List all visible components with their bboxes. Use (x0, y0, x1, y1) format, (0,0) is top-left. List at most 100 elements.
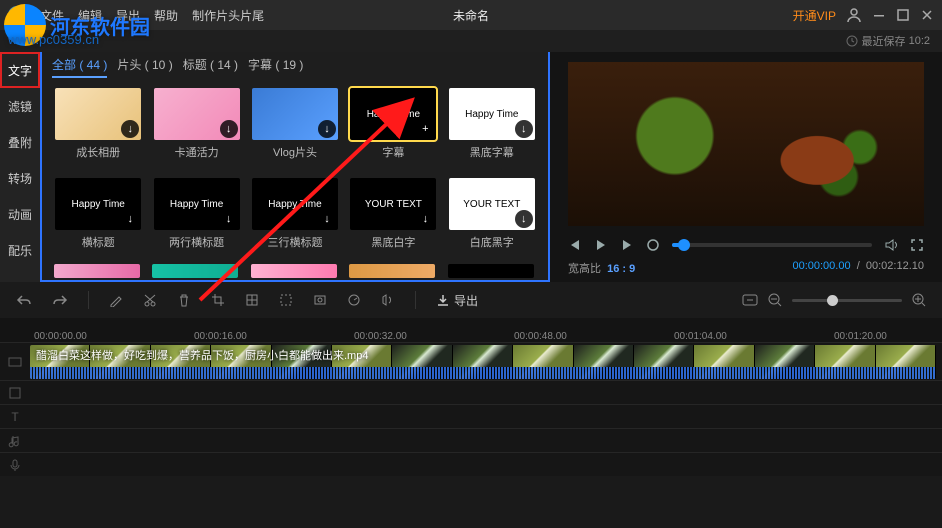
download-icon[interactable]: ↓ (121, 210, 139, 228)
zoom-slider[interactable] (792, 299, 902, 302)
asset-tab[interactable]: 全部 ( 44 ) (52, 56, 107, 78)
side-tab-filter[interactable]: 滤镜 (0, 88, 40, 124)
cut-icon[interactable] (143, 293, 157, 307)
asset-item[interactable]: Happy Time↓ 三行横标题 (251, 178, 339, 258)
preview-area: 宽高比 16 : 9 00:00:00.00 / 00:02:12.10 (550, 52, 942, 282)
asset-item[interactable]: YOUR TEXT↓黑底白字 (349, 178, 437, 258)
minimize-icon[interactable] (872, 8, 886, 22)
maximize-icon[interactable] (896, 8, 910, 22)
side-tab-animation[interactable]: 动画 (0, 196, 40, 232)
volume-icon[interactable] (884, 238, 900, 252)
undo-icon[interactable] (16, 293, 32, 307)
overlay-track-icon[interactable] (0, 386, 30, 400)
asset-thumb[interactable]: Happy Time↓ (55, 178, 141, 230)
account-icon[interactable] (846, 7, 862, 23)
download-icon[interactable]: ↓ (121, 120, 139, 138)
timeline-toolbar: 导出 (0, 282, 942, 318)
timeline-ruler[interactable]: 00:00:00.0000:00:16.0000:00:32.0000:00:4… (0, 318, 942, 342)
timeline-zoom (742, 293, 926, 307)
side-tab-text[interactable]: 文字 (0, 52, 40, 88)
asset-thumb[interactable]: ↓ (55, 88, 141, 140)
zoom-out-icon[interactable] (768, 293, 782, 307)
freeze-icon[interactable] (279, 293, 293, 307)
autosave-label: 最近保存 (862, 33, 906, 49)
preview-video[interactable] (568, 62, 924, 226)
menu-help[interactable]: 帮助 (154, 7, 178, 24)
asset-thumb[interactable]: YOUR TEXT↓ (449, 178, 535, 230)
asset-grid-peek (42, 264, 548, 280)
overlay-track-row[interactable] (0, 380, 942, 404)
fullscreen-icon[interactable] (910, 238, 924, 252)
asset-peek (349, 264, 435, 278)
download-icon[interactable]: ↓ (416, 210, 434, 228)
asset-peek (251, 264, 337, 278)
fit-icon[interactable] (742, 294, 758, 306)
asset-thumb[interactable]: Happy Time↓ (449, 88, 535, 140)
asset-thumb[interactable]: Happy Time+ (350, 88, 436, 140)
asset-item[interactable]: Happy Time↓两行横标题 (152, 178, 240, 258)
ruler-tick: 00:00:48.00 (514, 331, 554, 342)
add-icon[interactable]: + (416, 120, 434, 138)
download-icon[interactable]: ↓ (515, 120, 533, 138)
prev-frame-icon[interactable] (568, 238, 582, 252)
text-track-icon[interactable]: T (0, 410, 30, 424)
asset-label: 三行横标题 (267, 234, 322, 250)
video-frame (568, 62, 924, 226)
asset-peek (448, 264, 534, 278)
autosave-time: 10:2 (909, 35, 930, 47)
asset-item[interactable]: ↓卡通活力 (152, 88, 240, 168)
side-tab-transition[interactable]: 转场 (0, 160, 40, 196)
side-tab-music[interactable]: 配乐 (0, 232, 40, 268)
asset-item[interactable]: Happy Time↓黑底字幕 (448, 88, 536, 168)
asset-thumb[interactable]: ↓ (154, 88, 240, 140)
music-track-row[interactable] (0, 428, 942, 452)
asset-tab[interactable]: 片头 ( 10 ) (117, 56, 172, 78)
asset-thumb[interactable]: ↓ (252, 88, 338, 140)
download-icon[interactable]: ↓ (515, 210, 533, 228)
asset-item[interactable]: YOUR TEXT↓白底黑字 (448, 178, 536, 258)
watermark: 河东软件园 www.pc0359.cn (4, 4, 150, 46)
asset-tab[interactable]: 标题 ( 14 ) (183, 56, 238, 78)
crop-icon[interactable] (211, 293, 225, 307)
asset-tab[interactable]: 字幕 ( 19 ) (248, 56, 303, 78)
asset-panel: 全部 ( 44 ) 片头 ( 10 ) 标题 ( 14 ) 字幕 ( 19 ) ↓成长… (40, 52, 550, 282)
stop-icon[interactable] (646, 238, 660, 252)
download-icon[interactable]: ↓ (318, 120, 336, 138)
asset-thumb[interactable]: Happy Time↓ (154, 178, 240, 230)
asset-item[interactable]: ↓成长相册 (54, 88, 142, 168)
asset-peek (152, 264, 238, 278)
ruler-tick: 00:01:20.00 (834, 331, 874, 342)
menu-intro-outro[interactable]: 制作片头片尾 (192, 7, 264, 24)
download-icon[interactable]: ↓ (220, 210, 238, 228)
vip-button[interactable]: 开通VIP (793, 7, 836, 24)
audio-icon[interactable] (381, 293, 395, 307)
side-tab-overlay[interactable]: 叠附 (0, 124, 40, 160)
export-button[interactable]: 导出 (436, 292, 478, 309)
voice-track-row[interactable] (0, 452, 942, 476)
music-track-icon[interactable] (0, 434, 30, 448)
pen-icon[interactable] (109, 293, 123, 307)
video-track-icon[interactable] (0, 354, 30, 370)
asset-item[interactable]: ↓Vlog片头 (251, 88, 339, 168)
redo-icon[interactable] (52, 293, 68, 307)
asset-thumb[interactable]: YOUR TEXT↓ (350, 178, 436, 230)
next-frame-icon[interactable] (620, 238, 634, 252)
text-track-row[interactable]: T (0, 404, 942, 428)
download-icon[interactable]: ↓ (220, 120, 238, 138)
delete-icon[interactable] (177, 293, 191, 307)
zoom-icon[interactable] (313, 293, 327, 307)
asset-thumb[interactable]: Happy Time↓ (252, 178, 338, 230)
voice-track-icon[interactable] (0, 458, 30, 472)
video-clip[interactable]: 醋溜白菜这样做，好吃到爆，营养品下饭，厨房小白都能做出来.mp4 (30, 345, 936, 379)
asset-category-tabs: 全部 ( 44 ) 片头 ( 10 ) 标题 ( 14 ) 字幕 ( 19 ) (42, 52, 548, 78)
asset-item[interactable]: Happy Time↓横标题 (54, 178, 142, 258)
mosaic-icon[interactable] (245, 293, 259, 307)
asset-item[interactable]: Happy Time+字幕 (349, 88, 437, 168)
preview-seek-slider[interactable] (672, 243, 872, 247)
aspect-ratio[interactable]: 宽高比 16 : 9 (568, 260, 635, 276)
close-icon[interactable] (920, 8, 934, 22)
download-icon[interactable]: ↓ (318, 210, 336, 228)
zoom-in-icon[interactable] (912, 293, 926, 307)
play-icon[interactable] (594, 238, 608, 252)
speed-icon[interactable] (347, 293, 361, 307)
